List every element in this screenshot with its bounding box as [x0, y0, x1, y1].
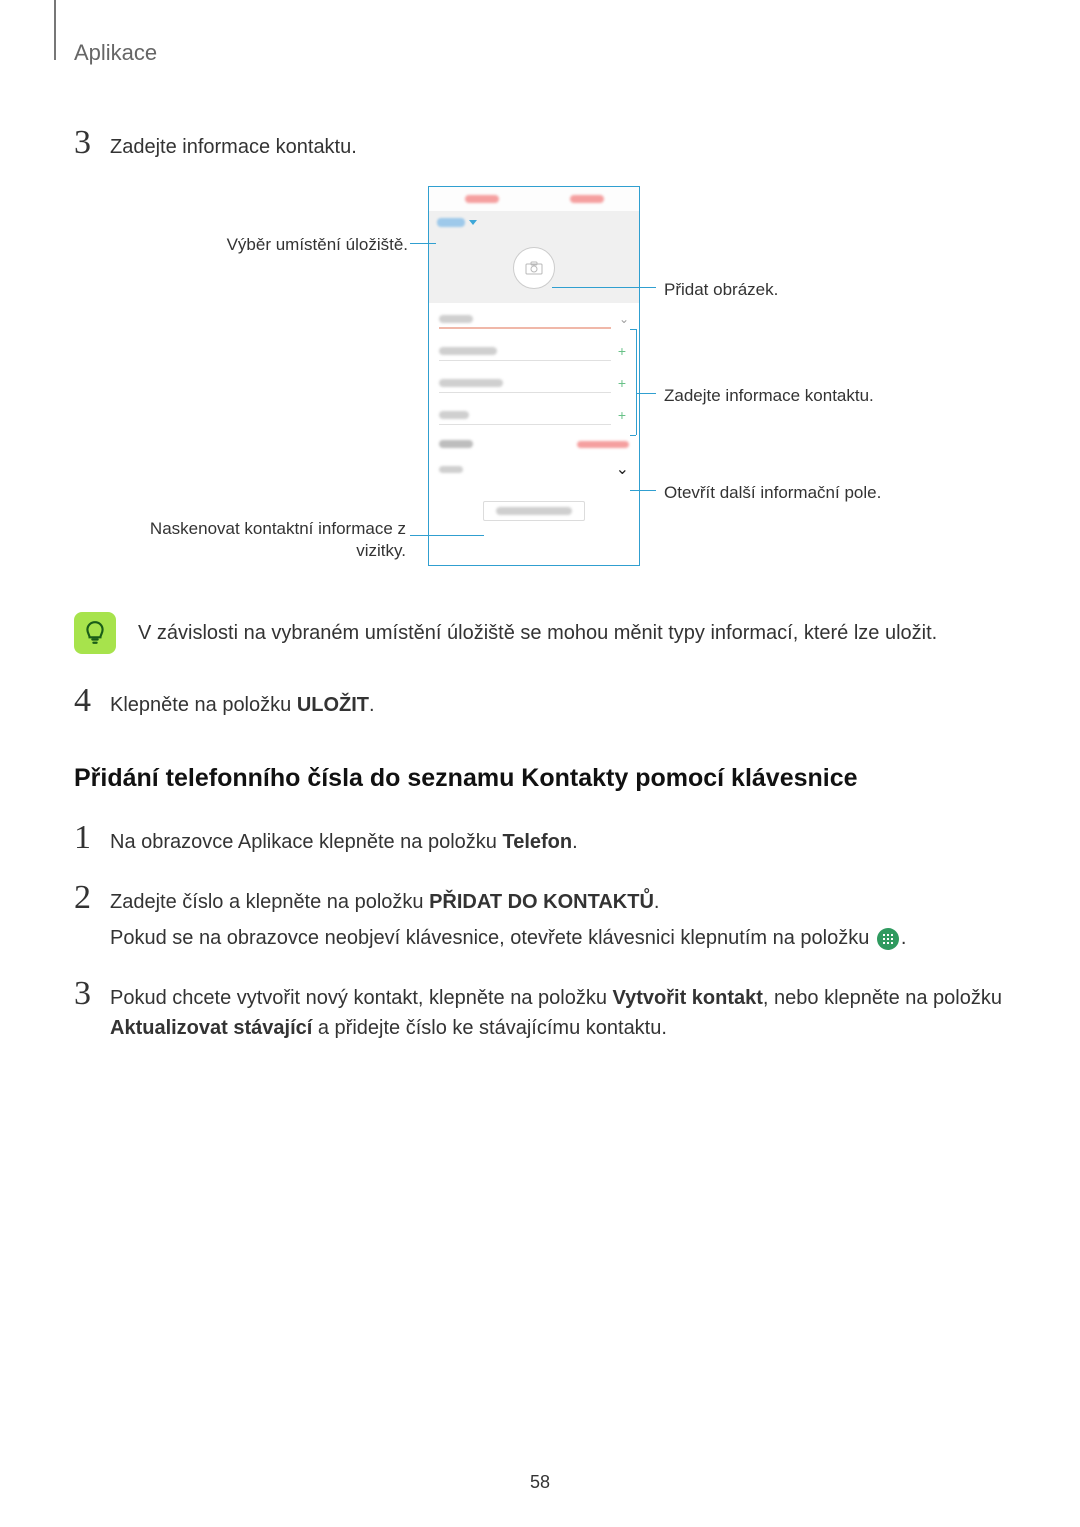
step-text: Na obrazovce Aplikace klepněte na položk…	[110, 821, 578, 857]
field-label-blur	[439, 440, 473, 448]
storage-selector	[429, 211, 639, 233]
step-text: Klepněte na položku ULOŽIT.	[110, 684, 375, 720]
field-organization: +	[429, 335, 639, 367]
callout-line: vizitky.	[356, 541, 406, 560]
more-row: ⌄	[429, 457, 639, 481]
tab-save-blur	[570, 195, 604, 203]
phone-mock: ⌄ + + +	[428, 186, 640, 566]
camera-icon	[525, 261, 543, 275]
scan-label-blur	[496, 507, 572, 515]
page-number: 58	[0, 1472, 1080, 1493]
callout-storage: Výběr umístění úložiště.	[168, 234, 408, 256]
step-number: 3	[74, 977, 110, 1011]
step-text: Zadejte informace kontaktu.	[110, 126, 357, 162]
step-number: 2	[74, 881, 110, 915]
text-run: Zadejte číslo a klepněte na položku	[110, 891, 429, 913]
value-red-blur	[577, 441, 629, 448]
text-run: Klepněte na položku	[110, 694, 297, 716]
leader-line	[410, 535, 484, 536]
manual-page: Aplikace 3 Zadejte informace kontaktu.	[0, 0, 1080, 1527]
plus-icon: +	[615, 375, 629, 391]
field-label-blur	[439, 411, 469, 419]
step-b2: 2 Zadejte číslo a klepněte na položku PŘ…	[74, 881, 1006, 953]
callout-enter-info: Zadejte informace kontaktu.	[664, 385, 874, 407]
leader-line	[410, 243, 436, 244]
leader-line	[636, 393, 656, 394]
callout-scan: Naskenovat kontaktní informace z vizitky…	[94, 518, 406, 562]
field-name: ⌄	[429, 303, 639, 335]
contact-editor-diagram: ⌄ + + +	[74, 186, 1006, 586]
margin-rule	[54, 0, 56, 60]
bracket-tick	[630, 435, 636, 436]
step-number: 1	[74, 821, 110, 855]
text-run: a přidejte číslo ke stávajícímu kontaktu…	[312, 1017, 667, 1039]
text-bold: ULOŽIT	[297, 694, 369, 716]
chevron-down-icon: ⌄	[616, 459, 629, 479]
step-3: 3 Zadejte informace kontaktu.	[74, 126, 1006, 162]
field-email: +	[429, 399, 639, 431]
field-label-blur	[439, 347, 497, 355]
step-text: Pokud chcete vytvořit nový kontakt, klep…	[110, 977, 1006, 1043]
avatar-area	[429, 233, 639, 303]
note-icon	[74, 612, 116, 654]
text-bold: Vytvořit kontakt	[613, 987, 763, 1009]
callout-line: Naskenovat kontaktní informace z	[150, 519, 406, 538]
chevron-down-icon: ⌄	[619, 312, 629, 326]
bracket-line	[636, 329, 637, 435]
tab-bar	[429, 187, 639, 211]
text-run: Pokud se na obrazovce neobjeví klávesnic…	[110, 927, 875, 949]
step-number: 3	[74, 126, 110, 160]
text-bold: PŘIDAT DO KONTAKTŮ	[429, 891, 654, 913]
scan-card-button-mock	[483, 501, 585, 521]
step-number: 4	[74, 684, 110, 718]
subheading: Přidání telefonního čísla do seznamu Kon…	[74, 764, 1006, 793]
scan-card-row	[429, 497, 639, 525]
add-photo-button	[513, 247, 555, 289]
text-bold: Telefon	[502, 831, 572, 853]
more-label-blur	[439, 466, 463, 473]
field-groups	[429, 431, 639, 457]
text-run: Pokud chcete vytvořit nový kontakt, klep…	[110, 987, 613, 1009]
text-run: .	[654, 891, 660, 913]
text-run: , nebo klepněte na položku	[763, 987, 1002, 1009]
step-b1: 1 Na obrazovce Aplikace klepněte na polo…	[74, 821, 1006, 857]
tab-cancel-blur	[465, 195, 499, 203]
leader-line	[630, 490, 656, 491]
dropdown-triangle-icon	[469, 220, 477, 225]
text-run: .	[901, 927, 907, 949]
text-run: Na obrazovce Aplikace klepněte na položk…	[110, 831, 502, 853]
text-run: .	[369, 694, 375, 716]
storage-label-blur	[437, 218, 465, 227]
plus-icon: +	[615, 343, 629, 359]
callout-add-image: Přidat obrázek.	[664, 279, 778, 301]
leader-line	[552, 287, 656, 288]
text-bold: Aktualizovat stávající	[110, 1017, 312, 1039]
plus-icon: +	[615, 407, 629, 423]
field-phone: +	[429, 367, 639, 399]
bracket-tick	[630, 329, 636, 330]
keypad-icon	[877, 928, 899, 950]
step-b3: 3 Pokud chcete vytvořit nový kontakt, kl…	[74, 977, 1006, 1043]
text-run: .	[572, 831, 578, 853]
note: V závislosti na vybraném umístění úložiš…	[74, 612, 1006, 654]
step-text: Zadejte číslo a klepněte na položku PŘID…	[110, 881, 906, 953]
callout-open-more: Otevřít další informační pole.	[664, 482, 881, 504]
field-label-blur	[439, 379, 503, 387]
section-header: Aplikace	[74, 40, 1006, 66]
note-text: V závislosti na vybraném umístění úložiš…	[138, 622, 937, 645]
field-label-blur	[439, 315, 473, 323]
step-4: 4 Klepněte na položku ULOŽIT.	[74, 684, 1006, 720]
